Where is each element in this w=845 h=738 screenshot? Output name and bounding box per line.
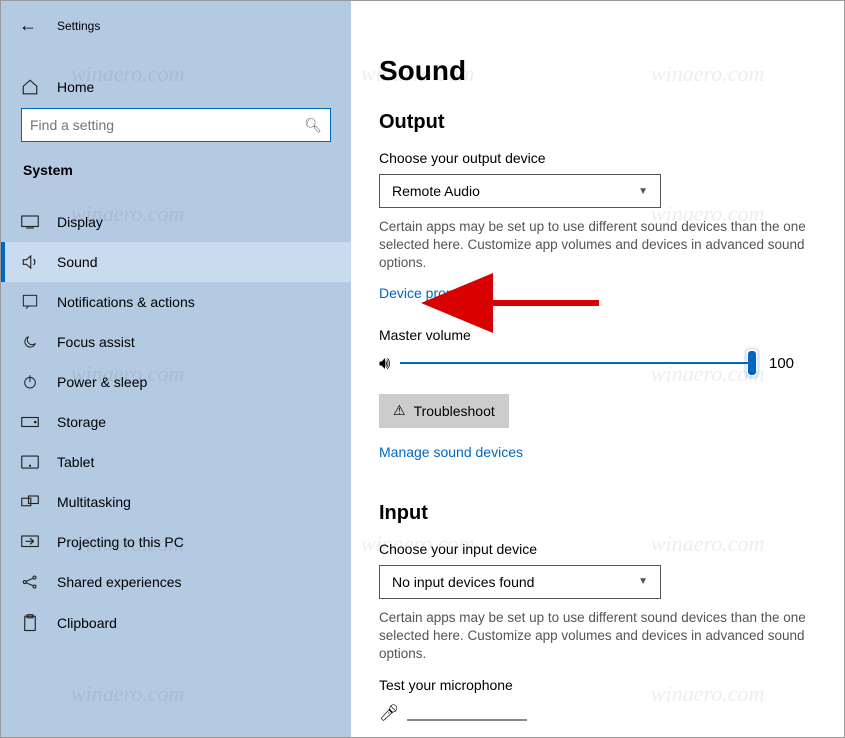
titlebar: ← Settings <box>1 1 351 46</box>
nav-item-label: Display <box>57 214 103 230</box>
nav-item-label: Projecting to this PC <box>57 534 184 550</box>
nav-item-tablet[interactable]: Tablet <box>1 442 351 482</box>
master-volume-value: 100 <box>769 355 799 372</box>
sidebar: ← Settings Home 🔍︎ System Display Sound <box>1 1 351 737</box>
nav-item-label: Storage <box>57 414 106 430</box>
projecting-icon <box>21 535 39 549</box>
nav-item-multitasking[interactable]: Multitasking <box>1 482 351 522</box>
test-microphone-label: Test your microphone <box>379 677 814 693</box>
troubleshoot-label: Troubleshoot <box>414 403 495 419</box>
output-helper-text: Certain apps may be set up to use differ… <box>379 218 814 273</box>
back-arrow-icon[interactable]: ← <box>15 11 41 40</box>
nav-home[interactable]: Home <box>1 64 351 108</box>
output-section-title: Output <box>379 111 814 134</box>
multitasking-icon <box>21 495 39 509</box>
home-icon <box>21 78 39 96</box>
nav-item-storage[interactable]: Storage <box>1 402 351 442</box>
master-volume-slider[interactable] <box>400 362 753 364</box>
sound-icon <box>21 254 39 270</box>
shared-icon <box>21 574 39 590</box>
output-choose-label: Choose your output device <box>379 150 814 166</box>
input-choose-label: Choose your input device <box>379 541 814 557</box>
nav-item-label: Multitasking <box>57 494 131 510</box>
output-device-value: Remote Audio <box>392 183 480 199</box>
notifications-icon <box>21 294 39 310</box>
microphone-icon: 🎤︎ <box>379 703 399 723</box>
nav-item-notifications[interactable]: Notifications & actions <box>1 282 351 322</box>
chevron-down-icon: ▼ <box>638 186 648 197</box>
input-section-title: Input <box>379 502 814 525</box>
nav-item-projecting[interactable]: Projecting to this PC <box>1 522 351 562</box>
nav-item-label: Clipboard <box>57 615 117 631</box>
nav-home-label: Home <box>57 79 94 95</box>
manage-sound-devices-link[interactable]: Manage sound devices <box>379 444 523 460</box>
nav-item-display[interactable]: Display <box>1 202 351 242</box>
power-icon <box>21 374 39 390</box>
nav-item-focus-assist[interactable]: Focus assist <box>1 322 351 362</box>
nav-item-power-sleep[interactable]: Power & sleep <box>1 362 351 402</box>
main-content: Sound Output Choose your output device R… <box>351 1 844 737</box>
nav-item-label: Tablet <box>57 454 94 470</box>
nav-category: System <box>1 156 351 188</box>
input-device-value: No input devices found <box>392 574 534 590</box>
tablet-icon <box>21 455 39 469</box>
warning-icon: ⚠︎ <box>393 402 406 419</box>
search-field[interactable] <box>30 117 304 133</box>
output-device-select[interactable]: Remote Audio ▼ <box>379 174 661 208</box>
chevron-down-icon: ▼ <box>638 576 648 587</box>
nav-item-shared-experiences[interactable]: Shared experiences <box>1 562 351 602</box>
nav-item-label: Notifications & actions <box>57 294 195 310</box>
search-icon: 🔍︎ <box>304 117 322 134</box>
nav-item-clipboard[interactable]: Clipboard <box>1 602 351 644</box>
nav-item-sound[interactable]: Sound <box>1 242 351 282</box>
device-properties-link[interactable]: Device properties <box>379 285 488 301</box>
master-volume-label: Master volume <box>379 327 814 343</box>
search-input[interactable]: 🔍︎ <box>21 108 331 142</box>
input-device-select[interactable]: No input devices found ▼ <box>379 565 661 599</box>
nav-item-label: Sound <box>57 254 97 270</box>
nav-item-label: Power & sleep <box>57 374 147 390</box>
nav-item-label: Focus assist <box>57 334 135 350</box>
page-title: Sound <box>379 55 814 87</box>
speaker-icon[interactable]: 🔊︎ <box>379 353 390 374</box>
clipboard-icon <box>21 614 39 632</box>
display-icon <box>21 215 39 229</box>
nav-item-label: Shared experiences <box>57 574 182 590</box>
slider-thumb[interactable] <box>748 351 756 375</box>
microphone-test-row: 🎤︎ <box>379 703 814 723</box>
microphone-level-bar <box>407 719 527 721</box>
window-title: Settings <box>57 19 100 33</box>
troubleshoot-button[interactable]: ⚠︎ Troubleshoot <box>379 394 509 428</box>
focus-assist-icon <box>21 334 39 350</box>
input-helper-text: Certain apps may be set up to use differ… <box>379 609 814 664</box>
storage-icon <box>21 416 39 428</box>
